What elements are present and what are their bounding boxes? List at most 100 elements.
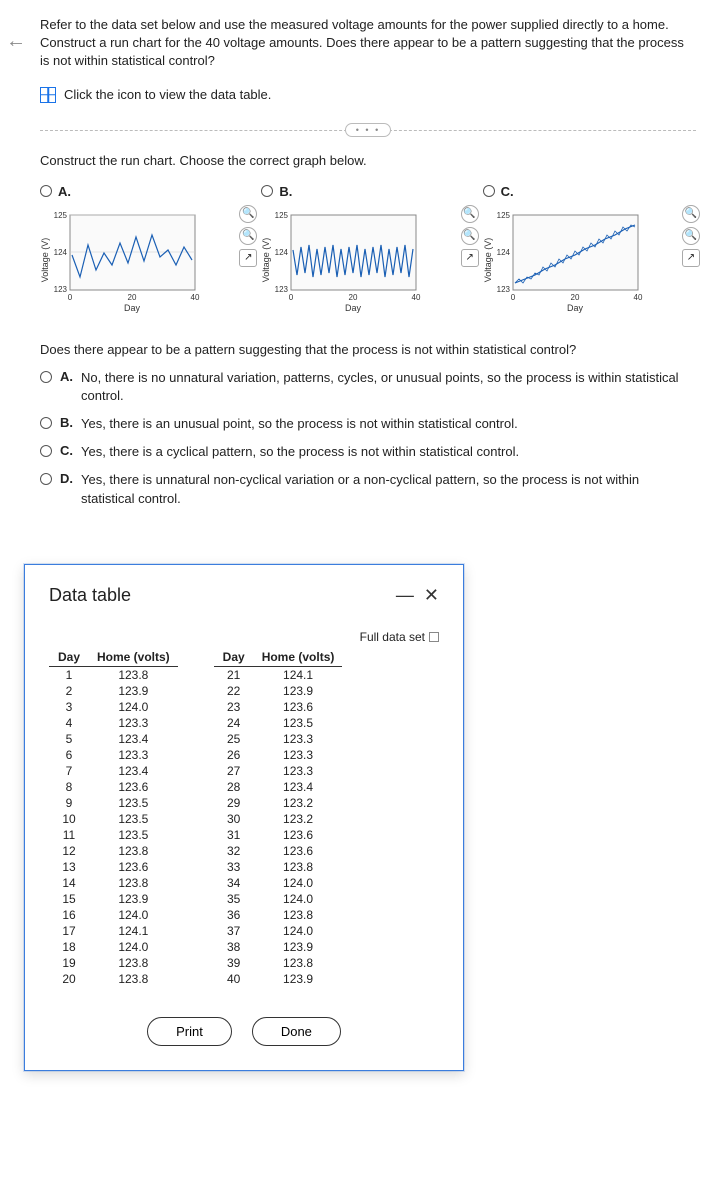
popout-icon[interactable]: ↗ — [682, 249, 700, 267]
svg-text:Voltage (V): Voltage (V) — [40, 237, 50, 282]
radio-chart-b[interactable] — [261, 185, 273, 197]
popout-icon[interactable]: ↗ — [461, 249, 479, 267]
question-2: Does there appear to be a pattern sugges… — [40, 342, 696, 357]
svg-text:123: 123 — [496, 285, 510, 294]
done-button[interactable]: Done — [252, 1017, 341, 1046]
ans-text-a: No, there is no unnatural variation, pat… — [81, 369, 696, 405]
table-row: 2123.9 — [49, 683, 178, 699]
svg-text:124: 124 — [496, 248, 510, 257]
table-row: 15123.9 — [49, 891, 178, 907]
modal-title: Data table — [49, 585, 131, 606]
svg-text:Voltage (V): Voltage (V) — [483, 237, 493, 282]
col-home: Home (volts) — [89, 648, 178, 667]
table-row: 24123.5 — [214, 715, 343, 731]
table-row: 4123.3 — [49, 715, 178, 731]
svg-text:Day: Day — [567, 303, 584, 313]
popout-icon[interactable]: ↗ — [239, 249, 257, 267]
zoom-out-icon[interactable]: 🔍 — [461, 227, 479, 245]
table-row: 29123.2 — [214, 795, 343, 811]
table-row: 26123.3 — [214, 747, 343, 763]
view-data-link[interactable]: Click the icon to view the data table. — [40, 87, 696, 103]
radio-ans-a[interactable] — [40, 371, 52, 383]
close-icon[interactable]: ✕ — [424, 585, 439, 606]
table-row: 7123.4 — [49, 763, 178, 779]
ans-label-a: A. — [60, 369, 73, 384]
full-data-text: Full data set — [360, 630, 425, 644]
chart-option-b: B. 🔍 🔍 ↗ Voltage (V) 125 124 123 0 20 40 — [261, 184, 474, 318]
table-row: 33123.8 — [214, 859, 343, 875]
svg-text:0: 0 — [68, 293, 73, 302]
svg-text:Day: Day — [345, 303, 362, 313]
svg-text:125: 125 — [496, 211, 510, 220]
table-row: 27123.3 — [214, 763, 343, 779]
table-row: 25123.3 — [214, 731, 343, 747]
answer-c[interactable]: C. Yes, there is a cyclical pattern, so … — [40, 443, 696, 461]
chart-c: Voltage (V) 125 124 123 0 20 40 Day — [483, 205, 653, 315]
svg-text:40: 40 — [191, 293, 200, 302]
table-row: 40123.9 — [214, 971, 343, 987]
svg-text:Voltage (V): Voltage (V) — [261, 237, 271, 282]
print-button[interactable]: Print — [147, 1017, 232, 1046]
svg-text:20: 20 — [349, 293, 358, 302]
col-day: Day — [49, 648, 89, 667]
table-row: 35124.0 — [214, 891, 343, 907]
svg-text:125: 125 — [275, 211, 289, 220]
copy-icon — [429, 632, 439, 642]
radio-ans-b[interactable] — [40, 417, 52, 429]
full-data-link[interactable]: Full data set — [49, 630, 439, 644]
svg-text:0: 0 — [289, 293, 294, 302]
table-row: 19123.8 — [49, 955, 178, 971]
ans-text-c: Yes, there is a cyclical pattern, so the… — [81, 443, 519, 461]
table-row: 34124.0 — [214, 875, 343, 891]
table-row: 6123.3 — [49, 747, 178, 763]
table-row: 21124.1 — [214, 666, 343, 683]
radio-chart-c[interactable] — [483, 185, 495, 197]
col-home: Home (volts) — [254, 648, 343, 667]
table-row: 3124.0 — [49, 699, 178, 715]
back-arrow-icon[interactable]: ← — [6, 30, 26, 53]
chart-option-a: A. 🔍 🔍 ↗ Voltage (V) 125 124 123 — [40, 184, 253, 318]
expand-button[interactable]: • • • — [345, 123, 391, 137]
answer-d[interactable]: D. Yes, there is unnatural non-cyclical … — [40, 471, 696, 507]
chart-label-a: A. — [58, 184, 71, 199]
chart-b: Voltage (V) 125 124 123 0 20 40 Day — [261, 205, 431, 315]
table-row: 17124.1 — [49, 923, 178, 939]
table-row: 14123.8 — [49, 875, 178, 891]
radio-ans-d[interactable] — [40, 473, 52, 485]
minimize-icon[interactable]: — — [396, 585, 414, 606]
svg-text:125: 125 — [54, 211, 68, 220]
zoom-out-icon[interactable]: 🔍 — [239, 227, 257, 245]
question-prompt: Refer to the data set below and use the … — [40, 16, 696, 71]
table-row: 31123.6 — [214, 827, 343, 843]
zoom-in-icon[interactable]: 🔍 — [461, 205, 479, 223]
answer-b[interactable]: B. Yes, there is an unusual point, so th… — [40, 415, 696, 433]
radio-chart-a[interactable] — [40, 185, 52, 197]
svg-text:124: 124 — [54, 248, 68, 257]
radio-ans-c[interactable] — [40, 445, 52, 457]
table-row: 28123.4 — [214, 779, 343, 795]
table-row: 22123.9 — [214, 683, 343, 699]
table-row: 9123.5 — [49, 795, 178, 811]
table-row: 39123.8 — [214, 955, 343, 971]
table-row: 20123.8 — [49, 971, 178, 987]
ans-label-b: B. — [60, 415, 73, 430]
table-row: 32123.6 — [214, 843, 343, 859]
table-row: 36123.8 — [214, 907, 343, 923]
chart-label-c: C. — [501, 184, 514, 199]
svg-text:123: 123 — [54, 285, 68, 294]
chart-option-c: C. 🔍 🔍 ↗ Voltage (V) 125 124 123 0 20 40 — [483, 184, 696, 318]
col-day: Day — [214, 648, 254, 667]
svg-text:20: 20 — [128, 293, 137, 302]
zoom-out-icon[interactable]: 🔍 — [682, 227, 700, 245]
zoom-in-icon[interactable]: 🔍 — [239, 205, 257, 223]
svg-text:40: 40 — [412, 293, 421, 302]
svg-text:123: 123 — [275, 285, 289, 294]
ans-text-b: Yes, there is an unusual point, so the p… — [81, 415, 518, 433]
table-row: 13123.6 — [49, 859, 178, 875]
table-row: 23123.6 — [214, 699, 343, 715]
svg-text:124: 124 — [275, 248, 289, 257]
view-data-text: Click the icon to view the data table. — [64, 87, 271, 102]
answer-a[interactable]: A. No, there is no unnatural variation, … — [40, 369, 696, 405]
table-row: 18124.0 — [49, 939, 178, 955]
zoom-in-icon[interactable]: 🔍 — [682, 205, 700, 223]
